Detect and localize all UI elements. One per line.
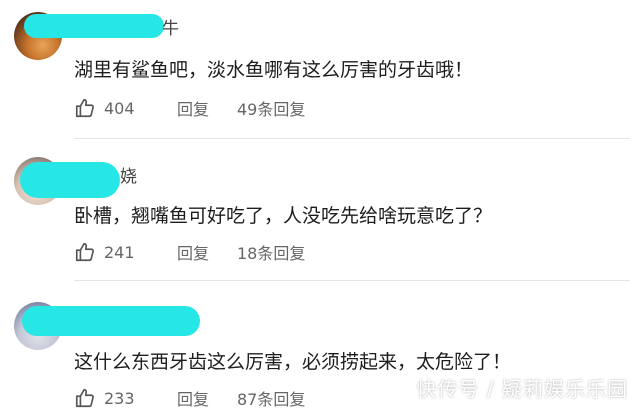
comment-text: 卧槽，翘嘴鱼可好吃了，人没吃先给啥玩意吃了？ xyxy=(74,205,493,227)
reply-button[interactable]: 回复 xyxy=(177,96,209,120)
view-replies-link[interactable]: 18条回复 xyxy=(237,240,305,264)
like-button[interactable]: 404 xyxy=(74,97,135,119)
like-button[interactable]: 241 xyxy=(74,241,135,263)
watermark: 快传号 / 疑莉娱乐乐园 xyxy=(416,377,628,401)
reply-button[interactable]: 回复 xyxy=(177,240,209,264)
reply-button[interactable]: 回复 xyxy=(177,386,209,410)
thumbs-up-icon xyxy=(75,98,94,118)
like-count: 233 xyxy=(104,388,135,408)
thumbs-up-icon xyxy=(75,242,94,262)
comment-text: 这什么东西牙齿这么厉害，必须捞起来，太危险了！ xyxy=(74,351,512,373)
redacted-username[interactable] xyxy=(20,162,120,198)
view-replies-link[interactable]: 49条回复 xyxy=(237,96,305,120)
divider xyxy=(74,138,630,139)
redacted-username[interactable] xyxy=(24,14,164,38)
view-replies-link[interactable]: 87条回复 xyxy=(237,386,305,410)
like-count: 404 xyxy=(104,98,135,118)
like-button[interactable]: 233 xyxy=(74,387,135,409)
comment-text: 湖里有鲨鱼吧，淡水鱼哪有这么厉害的牙齿哦！ xyxy=(74,59,474,81)
divider xyxy=(74,280,630,281)
username-suffix[interactable]: 娆 xyxy=(120,162,137,187)
like-count: 241 xyxy=(104,242,135,262)
thumbs-up-icon xyxy=(75,388,94,408)
redacted-username[interactable] xyxy=(22,306,200,336)
username-suffix[interactable]: 牛 xyxy=(162,14,179,39)
